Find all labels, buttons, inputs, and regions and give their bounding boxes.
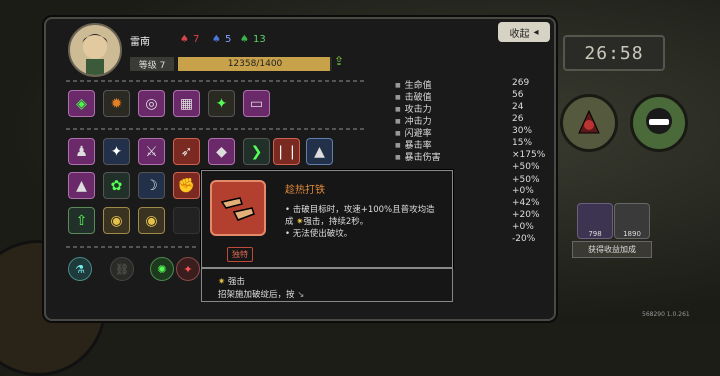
mask-skill-slot[interactable]: ◎: [138, 90, 165, 117]
blessing-slot[interactable]: ♟: [68, 138, 95, 165]
tooltip-line-1: • 击破目标时，攻速+100%且普攻均造: [285, 205, 435, 215]
unique-tag: 独特: [227, 247, 253, 262]
mask-skill-slot[interactable]: ▭: [243, 90, 270, 117]
stat-value: +20%: [512, 210, 540, 220]
empty-slot[interactable]: [173, 207, 200, 234]
stat-label: 暴击伤害: [395, 150, 441, 163]
divider: [66, 80, 366, 82]
collapse-button[interactable]: 收起 ◂: [498, 22, 550, 42]
stat-value: 15%: [512, 138, 533, 148]
mask-skill-slot[interactable]: ✦: [208, 90, 235, 117]
blessing-slot[interactable]: ❘❘: [273, 138, 300, 165]
version-text: 568290 1.0.261: [642, 311, 690, 318]
blessing-slot[interactable]: ☽: [138, 172, 165, 199]
attack-key-icon: ↘: [297, 290, 305, 300]
blessing-slot[interactable]: ⇧: [68, 207, 95, 234]
blessing-slot[interactable]: ➶: [173, 138, 200, 165]
keyword-name: 强击: [227, 277, 245, 287]
xp-text: 12358/1400: [227, 59, 283, 69]
enemy-portrait-2[interactable]: [630, 94, 688, 152]
reward-card-2[interactable]: 1890: [614, 203, 650, 239]
blessing-slot[interactable]: ❯: [243, 138, 270, 165]
green-mask-counter: ♠ 13: [240, 31, 266, 47]
strike-keyword-icon: ✷: [218, 277, 228, 287]
stat-value: 24: [512, 102, 524, 112]
green-mask-icon: ♠: [240, 33, 249, 45]
caret-left-icon: ◂: [533, 26, 539, 38]
tooltip-keyword: 强击: [303, 217, 321, 227]
blessing-slot[interactable]: ▲: [306, 138, 333, 165]
blessing-slot[interactable]: ◉: [138, 207, 165, 234]
tooltip-line-3: • 无法使出破坟。: [285, 229, 353, 239]
keyword-title: ✷ 强击: [218, 275, 245, 287]
stat-value: +0%: [512, 222, 534, 232]
blue-mask-counter: ♠ 5: [212, 31, 232, 47]
blessing-slot[interactable]: ✊: [173, 172, 200, 199]
red-mask-counter: ♠ 7: [180, 31, 200, 47]
tooltip-line-2-start: 成: [285, 217, 294, 227]
stat-value: +0%: [512, 186, 534, 196]
skill-fist-icon: [210, 180, 266, 236]
tooltip-line-2: 成 ✷强击，持续2秒。: [285, 215, 368, 227]
blue-mask-count: 5: [224, 33, 232, 45]
blessing-slot[interactable]: ▲: [68, 172, 95, 199]
tooltip-title: 趁热打铁: [285, 185, 325, 196]
red-mask-icon: ♠: [180, 33, 189, 45]
player-name: 雷南: [130, 37, 150, 48]
blessing-slot[interactable]: ◆: [208, 138, 235, 165]
divider: [66, 246, 196, 248]
green-skill-icon[interactable]: ✺: [150, 257, 174, 281]
keyword-desc: 招架施加破绽后，按 ↘: [218, 288, 304, 300]
timer-display: 26:58: [563, 35, 665, 71]
divider: [66, 128, 366, 130]
blessing-slot[interactable]: ✿: [103, 172, 130, 199]
consumable-icon[interactable]: ⚗: [68, 257, 92, 281]
stat-value: +50%: [512, 175, 540, 185]
mask-skill-slot[interactable]: ▦: [173, 90, 200, 117]
stat-value: 269: [512, 78, 530, 88]
tooltip-line-2-rest: ，持续2秒。: [320, 217, 369, 227]
stat-value: +50%: [512, 162, 540, 172]
stat-value: -20%: [512, 234, 536, 244]
red-mask-count: 7: [192, 33, 200, 45]
stat-value: +42%: [512, 198, 540, 208]
level-label: 等级 7: [130, 57, 174, 71]
avatar: [68, 23, 122, 77]
green-mask-count: 13: [252, 33, 266, 45]
blessing-slot[interactable]: ◉: [103, 207, 130, 234]
mask-skill-slot[interactable]: ✹: [103, 90, 130, 117]
keyword-desc-text: 招架施加破绽后，按: [218, 290, 295, 300]
red-skill-icon[interactable]: ✦: [176, 257, 200, 281]
level-up-arrow-icon[interactable]: ⇪: [334, 54, 344, 68]
blue-mask-icon: ♠: [212, 33, 221, 45]
stat-value: ×175%: [512, 150, 546, 160]
card-value: 1890: [623, 230, 641, 238]
locked-slot-icon: ⛓: [110, 257, 134, 281]
stat-value: 26: [512, 114, 524, 124]
blessing-slot[interactable]: ⚔: [138, 138, 165, 165]
stat-value: 56: [512, 90, 524, 100]
reward-card-1[interactable]: 798: [577, 203, 613, 239]
card-value: 798: [588, 230, 602, 238]
collapse-label: 收起: [509, 28, 530, 40]
stat-value: 30%: [512, 126, 533, 136]
enemy-portrait-1[interactable]: [560, 94, 618, 152]
bonus-button[interactable]: 获得收益加成: [572, 241, 652, 258]
mask-skill-slot[interactable]: ◈: [68, 90, 95, 117]
blessing-slot[interactable]: ✦: [103, 138, 130, 165]
